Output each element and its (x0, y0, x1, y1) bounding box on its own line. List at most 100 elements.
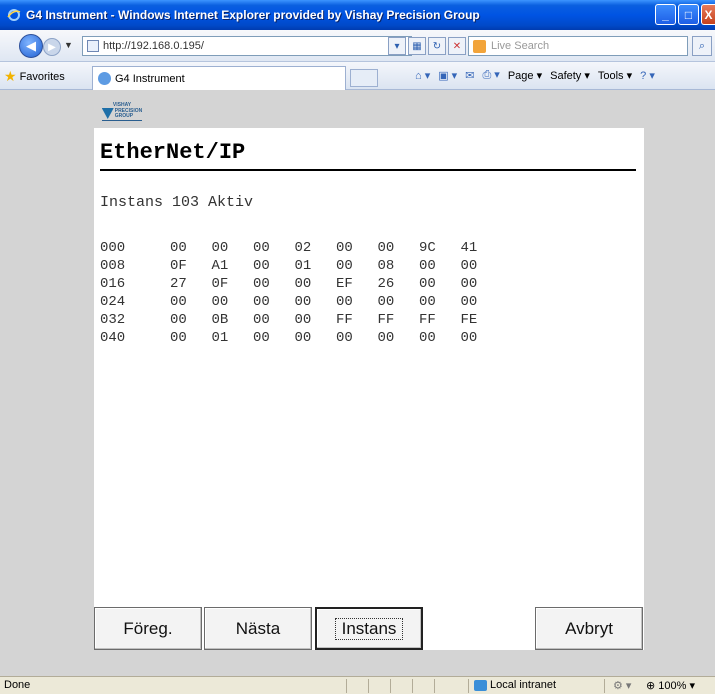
vishay-logo: VISHAY PRECISION GROUP (100, 100, 144, 124)
hex-byte: 00 (253, 330, 270, 346)
favorites-button[interactable]: ★ Favorites (4, 68, 65, 85)
zone-label: Local intranet (490, 679, 557, 691)
ie-logo-icon (6, 7, 22, 23)
address-bar[interactable]: http://192.168.0.195/ (82, 36, 412, 56)
hex-byte: EF (336, 276, 353, 292)
previous-label: Föreg. (123, 618, 173, 638)
zoom-level: 100% (658, 680, 687, 692)
hex-offset: 016 (100, 276, 126, 292)
hex-byte: 00 (460, 330, 478, 346)
protected-mode-icon[interactable]: ⚙ ▾ (613, 679, 631, 692)
compatibility-icon[interactable]: ▦ (408, 37, 426, 55)
logo-line-3: GROUP (114, 112, 134, 119)
forward-arrow-icon: ▶ (48, 41, 56, 53)
hex-row: 040 00 01 00 00 00 00 00 00 (100, 329, 502, 347)
next-button[interactable]: Nästa (204, 607, 312, 650)
hex-byte: 00 (377, 240, 395, 256)
hex-byte: 00 (460, 258, 478, 274)
address-dropdown-button[interactable]: ▾ (388, 37, 406, 55)
address-toolbar: ◀ ▶ ▼ http://192.168.0.195/ ▾ ▦ ↻ ✕ Live… (0, 30, 715, 62)
window-title: G4 Instrument - Windows Internet Explore… (26, 8, 480, 22)
hex-byte: 00 (170, 294, 187, 310)
tools-menu[interactable]: Tools ▾ (598, 69, 632, 82)
hex-byte: 00 (294, 276, 312, 292)
zoom-dropdown-icon: ▾ (689, 680, 696, 692)
hex-offset: 040 (100, 330, 126, 346)
print-icon[interactable]: ⎙ ▾ (482, 68, 499, 82)
cancel-button[interactable]: Avbryt (535, 607, 643, 650)
hex-byte: 00 (419, 294, 436, 310)
feeds-icon[interactable]: ▣ ▾ (438, 69, 457, 82)
address-text: http://192.168.0.195/ (103, 40, 204, 52)
favorites-toolbar: ★ Favorites G4 Instrument ⌂ ▾ ▣ ▾ ✉ ⎙ ▾ … (0, 62, 715, 90)
forward-button[interactable]: ▶ (43, 38, 61, 56)
stop-icon[interactable]: ✕ (448, 37, 466, 55)
hex-byte: 00 (419, 330, 436, 346)
new-tab-button[interactable] (350, 69, 378, 87)
hex-byte: 0F (211, 276, 229, 292)
logo-underline (102, 120, 142, 121)
zoom-icon: ⊕ (646, 680, 656, 692)
safety-menu[interactable]: Safety ▾ (550, 69, 590, 82)
title-divider (100, 169, 636, 171)
refresh-icon[interactable]: ↻ (428, 37, 446, 55)
search-box[interactable]: Live Search (468, 36, 688, 56)
hex-byte: 00 (170, 330, 187, 346)
security-zone[interactable]: Local intranet (474, 679, 556, 691)
hex-row: 024 00 00 00 00 00 00 00 00 (100, 293, 502, 311)
search-placeholder: Live Search (491, 40, 550, 52)
hex-byte: 00 (253, 258, 270, 274)
hex-row: 016 27 0F 00 00 EF 26 00 00 (100, 275, 502, 293)
maximize-button[interactable]: □ (678, 4, 699, 25)
page-title: EtherNet/IP (100, 140, 246, 165)
instance-status: Instans 103 Aktiv (100, 194, 254, 211)
hex-byte: 00 (460, 294, 478, 310)
hex-byte: FF (336, 312, 353, 328)
hex-row: 032 00 0B 00 00 FF FF FF FE (100, 311, 502, 329)
hex-offset: 008 (100, 258, 126, 274)
tab-g4-instrument[interactable]: G4 Instrument (92, 66, 346, 90)
page-menu[interactable]: Page ▾ (508, 69, 542, 82)
hex-row: 008 0F A1 00 01 00 08 00 00 (100, 257, 502, 275)
hex-row: 000 00 00 00 02 00 00 9C 41 (100, 239, 502, 257)
minimize-button[interactable]: _ (655, 4, 676, 25)
status-divider (468, 679, 469, 693)
recent-pages-dropdown[interactable]: ▼ (64, 40, 73, 50)
status-divider (368, 679, 369, 693)
hex-offset: 000 (100, 240, 126, 256)
hex-byte: 01 (294, 258, 312, 274)
window-controls: _ □ X (655, 4, 715, 25)
mail-icon[interactable]: ✉ (465, 69, 474, 82)
live-search-icon (473, 39, 486, 53)
help-icon[interactable]: ? ▾ (640, 69, 655, 82)
hex-byte: 00 (336, 330, 353, 346)
hex-byte: FF (377, 312, 395, 328)
search-go-button[interactable]: ⌕ (692, 36, 712, 56)
hex-byte: 08 (377, 258, 395, 274)
hex-byte: 00 (253, 312, 270, 328)
next-label: Nästa (235, 618, 281, 638)
star-icon: ★ (4, 68, 17, 84)
instance-button[interactable]: Instans (315, 607, 423, 650)
zoom-control[interactable]: ⊕ 100% ▾ (646, 679, 695, 692)
window-titlebar[interactable]: G4 Instrument - Windows Internet Explore… (0, 0, 715, 30)
hex-byte: 01 (211, 330, 229, 346)
address-buttons: ▾ ▦ ↻ ✕ (388, 37, 466, 55)
status-divider (346, 679, 347, 693)
hex-dump: 000 00 00 00 02 00 00 9C 41 008 0F A1 00 01 00 08 00 00 01… (100, 239, 502, 347)
close-button[interactable]: X (701, 4, 715, 25)
previous-button[interactable]: Föreg. (94, 607, 202, 650)
hex-byte: 02 (294, 240, 312, 256)
back-button[interactable]: ◀ (19, 34, 43, 58)
hex-byte: 00 (211, 240, 229, 256)
hex-byte: 9C (419, 240, 436, 256)
hex-byte: 00 (253, 240, 270, 256)
hex-byte: 00 (460, 276, 478, 292)
hex-offset: 024 (100, 294, 126, 310)
status-divider (390, 679, 391, 693)
hex-byte: 00 (336, 294, 353, 310)
button-row: Föreg. Nästa Instans Avbryt (94, 607, 644, 650)
favorites-label: Favorites (19, 70, 65, 83)
hex-offset: 032 (100, 312, 126, 328)
home-icon[interactable]: ⌂ ▾ (415, 69, 430, 82)
